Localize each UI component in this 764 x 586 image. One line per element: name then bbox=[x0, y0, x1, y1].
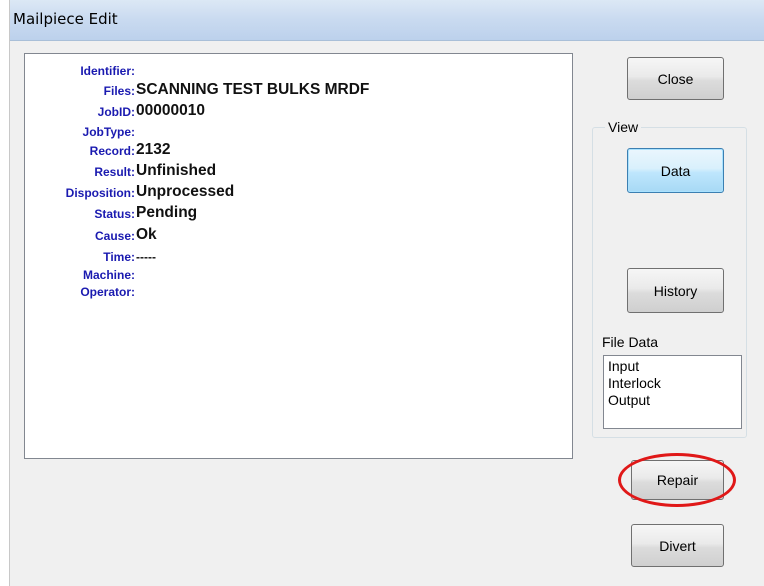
field-row-result: Result: Unfinished bbox=[25, 162, 565, 180]
file-data-item-output[interactable]: Output bbox=[608, 392, 737, 409]
view-group-label: View bbox=[605, 119, 642, 135]
history-view-button[interactable]: History bbox=[627, 268, 724, 313]
field-label-identifier: Identifier: bbox=[80, 64, 135, 78]
repair-button[interactable]: Repair bbox=[631, 460, 724, 500]
field-value-files: SCANNING TEST BULKS MRDF bbox=[136, 81, 370, 98]
data-view-button[interactable]: Data bbox=[627, 148, 724, 193]
divert-button[interactable]: Divert bbox=[631, 524, 724, 567]
field-row-jobid: JobID: 00000010 bbox=[25, 102, 565, 120]
field-row-machine: Machine: bbox=[25, 267, 565, 285]
field-label-operator: Operator: bbox=[80, 285, 135, 299]
field-label-files: Files: bbox=[103, 84, 135, 98]
field-value-record: 2132 bbox=[136, 141, 171, 158]
field-value-jobid: 00000010 bbox=[136, 102, 205, 119]
file-data-item-interlock[interactable]: Interlock bbox=[608, 375, 737, 392]
field-label-disposition: Disposition: bbox=[65, 186, 135, 200]
mailpiece-data-panel: Identifier: Files: SCANNING TEST BULKS M… bbox=[24, 53, 573, 459]
field-value-disposition: Unprocessed bbox=[136, 183, 235, 200]
field-value-result: Unfinished bbox=[136, 162, 217, 179]
field-row-files: Files: SCANNING TEST BULKS MRDF bbox=[25, 81, 565, 99]
field-row-disposition: Disposition: Unprocessed bbox=[25, 183, 565, 201]
field-value-time: ----- bbox=[136, 250, 156, 264]
title-bar[interactable]: Mailpiece Edit bbox=[10, 0, 764, 41]
field-row-operator: Operator: bbox=[25, 284, 565, 302]
field-label-status: Status: bbox=[94, 207, 135, 221]
field-label-result: Result: bbox=[94, 165, 135, 179]
close-button[interactable]: Close bbox=[627, 57, 724, 100]
file-data-item-input[interactable]: Input bbox=[608, 358, 737, 375]
file-data-listbox[interactable]: Input Interlock Output bbox=[603, 355, 742, 429]
field-row-cause: Cause: Ok bbox=[25, 226, 565, 244]
field-label-machine: Machine: bbox=[82, 268, 135, 282]
field-label-jobtype: JobType: bbox=[82, 125, 135, 139]
field-label-cause: Cause: bbox=[94, 229, 135, 243]
window-title: Mailpiece Edit bbox=[13, 10, 118, 28]
field-row-identifier: Identifier: bbox=[25, 63, 565, 81]
field-row-status: Status: Pending bbox=[25, 204, 565, 222]
field-row-record: Record: 2132 bbox=[25, 141, 565, 159]
field-row-time: Time: ----- bbox=[25, 249, 565, 267]
field-label-jobid: JobID: bbox=[97, 105, 135, 119]
field-label-time: Time: bbox=[103, 250, 135, 264]
file-data-label: File Data bbox=[602, 334, 659, 350]
field-value-status: Pending bbox=[136, 204, 198, 221]
field-value-cause: Ok bbox=[136, 226, 157, 243]
field-label-record: Record: bbox=[89, 144, 135, 158]
field-row-jobtype: JobType: bbox=[25, 124, 565, 142]
